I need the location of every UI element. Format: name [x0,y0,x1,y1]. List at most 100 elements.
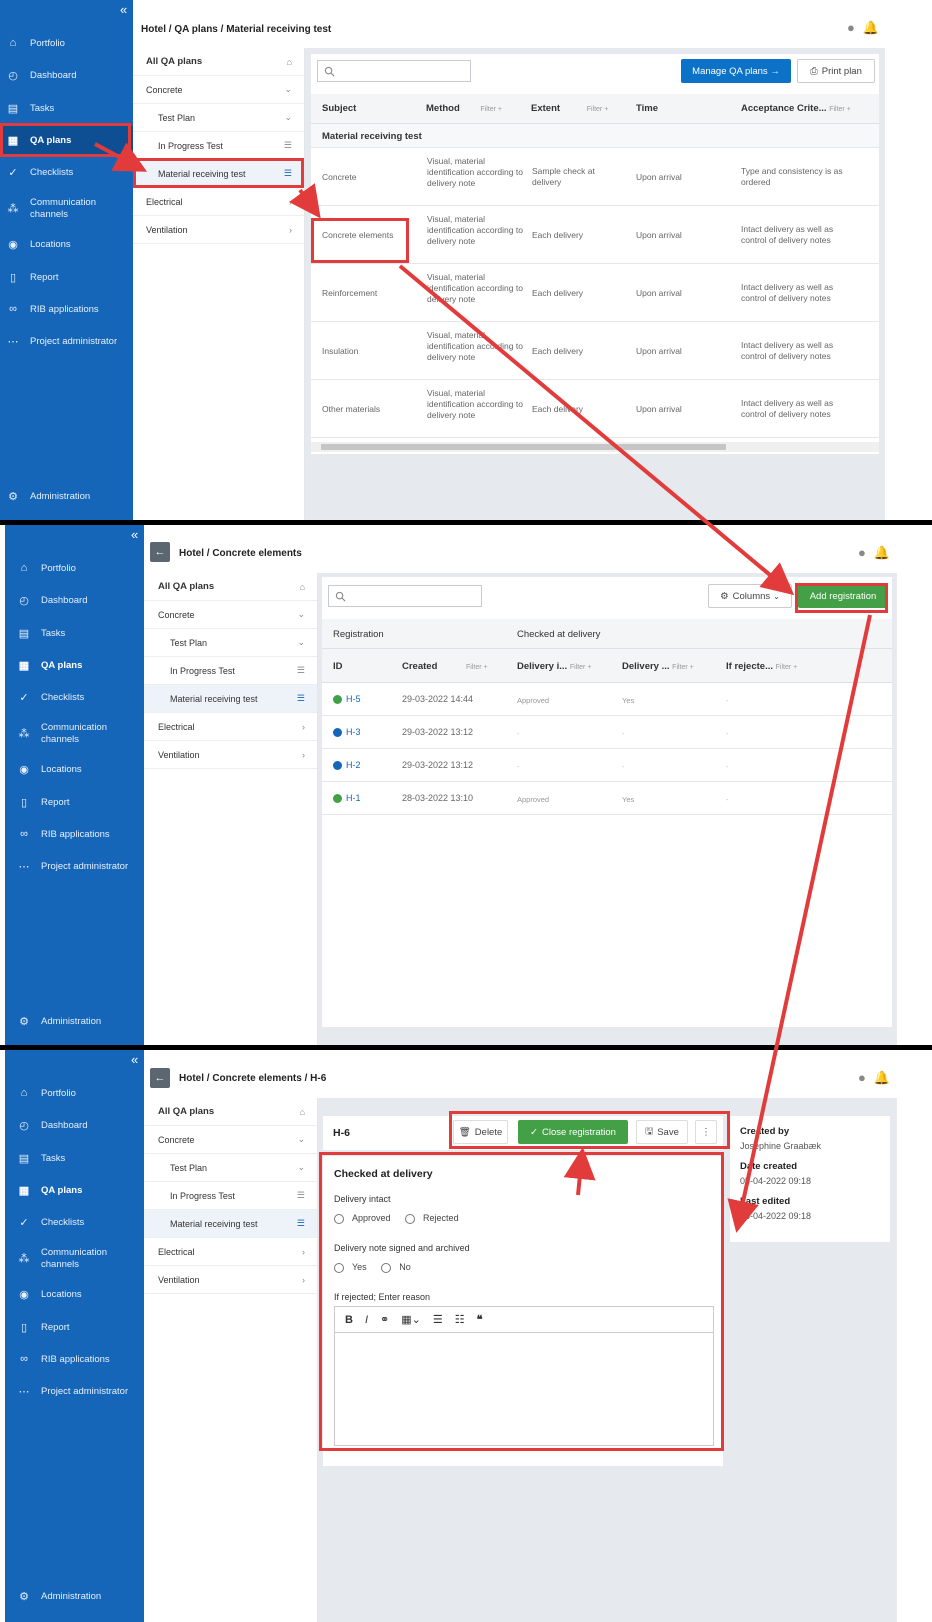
table-row[interactable]: H-3 29-03-2022 13:12 - - - [322,716,892,749]
table-row[interactable]: Other materials Visual, material identif… [311,380,879,438]
columns-button[interactable]: ⚙ Columns ⌄ [708,584,792,608]
sidebar-item-administration[interactable]: ⚙ Administration [0,482,133,510]
col-created[interactable]: Created Filter + [402,661,488,672]
sidebar-item-tasks[interactable]: ▤ Tasks [5,619,144,647]
table-row[interactable]: H-5 29-03-2022 14:44 Approved Yes - [322,683,892,716]
sidebar-item-rib[interactable]: ∞ RIB applications [5,820,144,848]
collapse-sidebar-button[interactable]: « [120,2,127,17]
collapse-sidebar-button[interactable]: « [131,527,138,542]
sidebar-item-locations[interactable]: ◉ Locations [5,1280,144,1308]
nav-item-in-progress[interactable]: In Progress Test ☰ [144,1182,317,1210]
bell-icon[interactable]: 🔔 [874,1070,890,1086]
sidebar-item-communication[interactable]: ⁂ Communication channels [0,194,133,224]
nav-item-test-plan[interactable]: Test Plan ⌄ [144,1154,317,1182]
sidebar-item-tasks[interactable]: ▤ Tasks [0,94,133,122]
nav-item-all-plans[interactable]: All QA plans ⌂ [144,1098,317,1126]
nav-item-concrete[interactable]: Concrete ⌄ [144,601,317,629]
filter-link[interactable]: Filter + [776,664,798,671]
cell-id[interactable]: H-5 [333,694,361,705]
user-icon[interactable]: ● [858,1070,866,1086]
sidebar-item-portfolio[interactable]: ⌂ Portfolio [5,554,144,582]
nav-item-electrical[interactable]: Electrical › [133,188,304,216]
back-button[interactable]: ← [150,542,170,562]
sidebar-item-tasks[interactable]: ▤ Tasks [5,1144,144,1172]
manage-qa-plans-button[interactable]: Manage QA plans → [681,59,791,83]
collapse-sidebar-button[interactable]: « [131,1052,138,1067]
search-input[interactable] [328,585,482,607]
sidebar-item-portfolio[interactable]: ⌂ Portfolio [5,1079,144,1107]
sidebar-item-checklists[interactable]: ✓ Checklists [5,1208,144,1236]
nav-item-all-plans[interactable]: All QA plans ⌂ [133,48,304,76]
nav-item-electrical[interactable]: Electrical › [144,1238,317,1266]
nav-item-ventilation[interactable]: Ventilation › [144,741,317,769]
sidebar-item-checklists[interactable]: ✓ Checklists [0,158,133,186]
table-row[interactable]: H-2 29-03-2022 13:12 - - - [322,749,892,782]
horizontal-scrollbar[interactable] [311,442,879,452]
nav-item-material[interactable]: Material receiving test ☰ [144,685,317,713]
sidebar-item-administration[interactable]: ⚙ Administration [5,1007,144,1035]
table-row[interactable]: Reinforcement Visual, material identific… [311,264,879,322]
sidebar-item-rib[interactable]: ∞ RIB applications [0,295,133,323]
sidebar-item-report[interactable]: ▯ Report [5,1313,144,1341]
filter-link[interactable]: Filter + [672,664,694,671]
sidebar-item-project-admin[interactable]: ⋯ Project administrator [5,852,144,880]
col-delivery-intact[interactable]: Delivery i... Filter + [517,661,591,672]
sidebar-item-project-admin[interactable]: ⋯ Project administrator [5,1377,144,1405]
nav-item-test-plan[interactable]: Test Plan ⌄ [133,104,304,132]
user-icon[interactable]: ● [847,20,855,36]
sidebar-item-report[interactable]: ▯ Report [0,263,133,291]
nav-item-ventilation[interactable]: Ventilation › [133,216,304,244]
bell-icon[interactable]: 🔔 [874,545,890,561]
filter-link[interactable]: Filter + [570,664,592,671]
sidebar-item-dashboard[interactable]: ◴ Dashboard [5,1111,144,1139]
sidebar-item-communication[interactable]: ⁂ Communication channels [5,1244,144,1274]
sidebar-item-portfolio[interactable]: ⌂ Portfolio [0,29,133,57]
nav-item-electrical[interactable]: Electrical › [144,713,317,741]
cell-id[interactable]: H-1 [333,793,361,804]
col-subject[interactable]: Subject [322,103,356,114]
sidebar-item-dashboard[interactable]: ◴ Dashboard [5,586,144,614]
sidebar-item-administration[interactable]: ⚙ Administration [5,1582,144,1610]
cell-id[interactable]: H-3 [333,727,361,738]
col-id[interactable]: ID [333,661,343,672]
nav-item-in-progress[interactable]: In Progress Test ☰ [133,132,304,160]
user-icon[interactable]: ● [858,545,866,561]
nav-item-material[interactable]: Material receiving test ☰ [144,1210,317,1238]
table-row[interactable]: H-1 28-03-2022 13:10 Approved Yes - [322,782,892,815]
filter-link[interactable]: Filter + [587,106,609,113]
sidebar-item-locations[interactable]: ◉ Locations [0,230,133,258]
sidebar-item-checklists[interactable]: ✓ Checklists [5,683,144,711]
nav-item-concrete[interactable]: Concrete ⌄ [133,76,304,104]
sidebar-item-rib[interactable]: ∞ RIB applications [5,1345,144,1373]
filter-link[interactable]: Filter + [480,106,502,113]
col-time[interactable]: Time [636,103,658,114]
col-delivery-note[interactable]: Delivery ... Filter + [622,661,694,672]
sidebar-item-locations[interactable]: ◉ Locations [5,755,144,783]
sidebar-item-qa-plans[interactable]: ▦ QA plans [5,651,144,679]
sidebar-item-communication[interactable]: ⁂ Communication channels [5,719,144,749]
print-plan-button[interactable]: ⎙ Print plan [797,59,875,83]
table-row[interactable]: Insulation Visual, material identificati… [311,322,879,380]
filter-link[interactable]: Filter + [466,664,488,671]
nav-item-all-plans[interactable]: All QA plans ⌂ [144,573,317,601]
sidebar-item-qa-plans[interactable]: ▦ QA plans [5,1176,144,1204]
cell-id[interactable]: H-2 [333,760,361,771]
search-input[interactable] [317,60,471,82]
filter-link[interactable]: Filter + [829,106,851,113]
nav-item-ventilation[interactable]: Ventilation › [144,1266,317,1294]
col-acceptance[interactable]: Acceptance Crite... Filter + [741,103,851,114]
sidebar-item-report[interactable]: ▯ Report [5,788,144,816]
nav-item-concrete[interactable]: Concrete ⌄ [144,1126,317,1154]
scrollbar-thumb[interactable] [321,444,726,450]
bell-icon[interactable]: 🔔 [863,20,879,36]
chevron-down-icon: ⌄ [297,1134,305,1144]
col-if-rejected[interactable]: If rejecte... Filter + [726,661,797,672]
col-extent[interactable]: Extent Filter + [531,103,608,114]
table-row[interactable]: Concrete Visual, material identification… [311,148,879,206]
back-button[interactable]: ← [150,1068,170,1088]
nav-item-test-plan[interactable]: Test Plan ⌄ [144,629,317,657]
sidebar-item-dashboard[interactable]: ◴ Dashboard [0,61,133,89]
sidebar-item-project-admin[interactable]: ⋯ Project administrator [0,327,133,355]
col-method[interactable]: Method Filter + [426,103,502,114]
nav-item-in-progress[interactable]: In Progress Test ☰ [144,657,317,685]
